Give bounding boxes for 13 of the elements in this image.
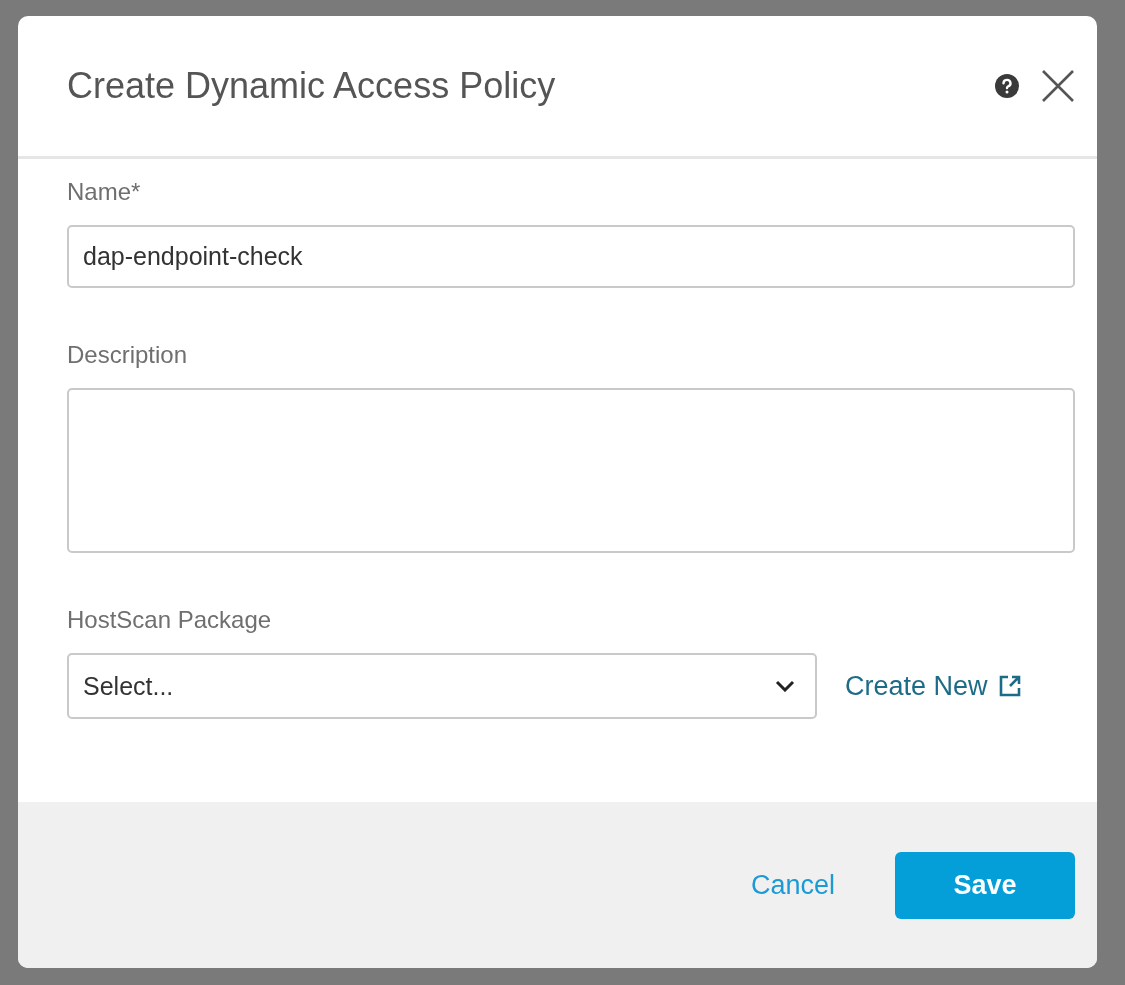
external-link-icon: [997, 674, 1022, 698]
package-dropdown[interactable]: Select...: [67, 653, 817, 719]
field-label: Description: [67, 340, 189, 370]
field-label: Name*: [67, 177, 142, 207]
name-field[interactable]: dap-endpoint-check: [67, 225, 1075, 288]
help-icon[interactable]: [995, 74, 1019, 98]
chevron-down-icon: [775, 680, 795, 692]
save-button[interactable]: Save: [895, 851, 1075, 919]
description-field[interactable]: [67, 388, 1075, 553]
close-icon[interactable]: [1041, 69, 1075, 103]
create-new-link[interactable]: Create New: [845, 670, 1022, 702]
dialog-title: Create Dynamic Access Policy: [67, 65, 556, 107]
field-label: HostScan Package: [67, 605, 273, 635]
